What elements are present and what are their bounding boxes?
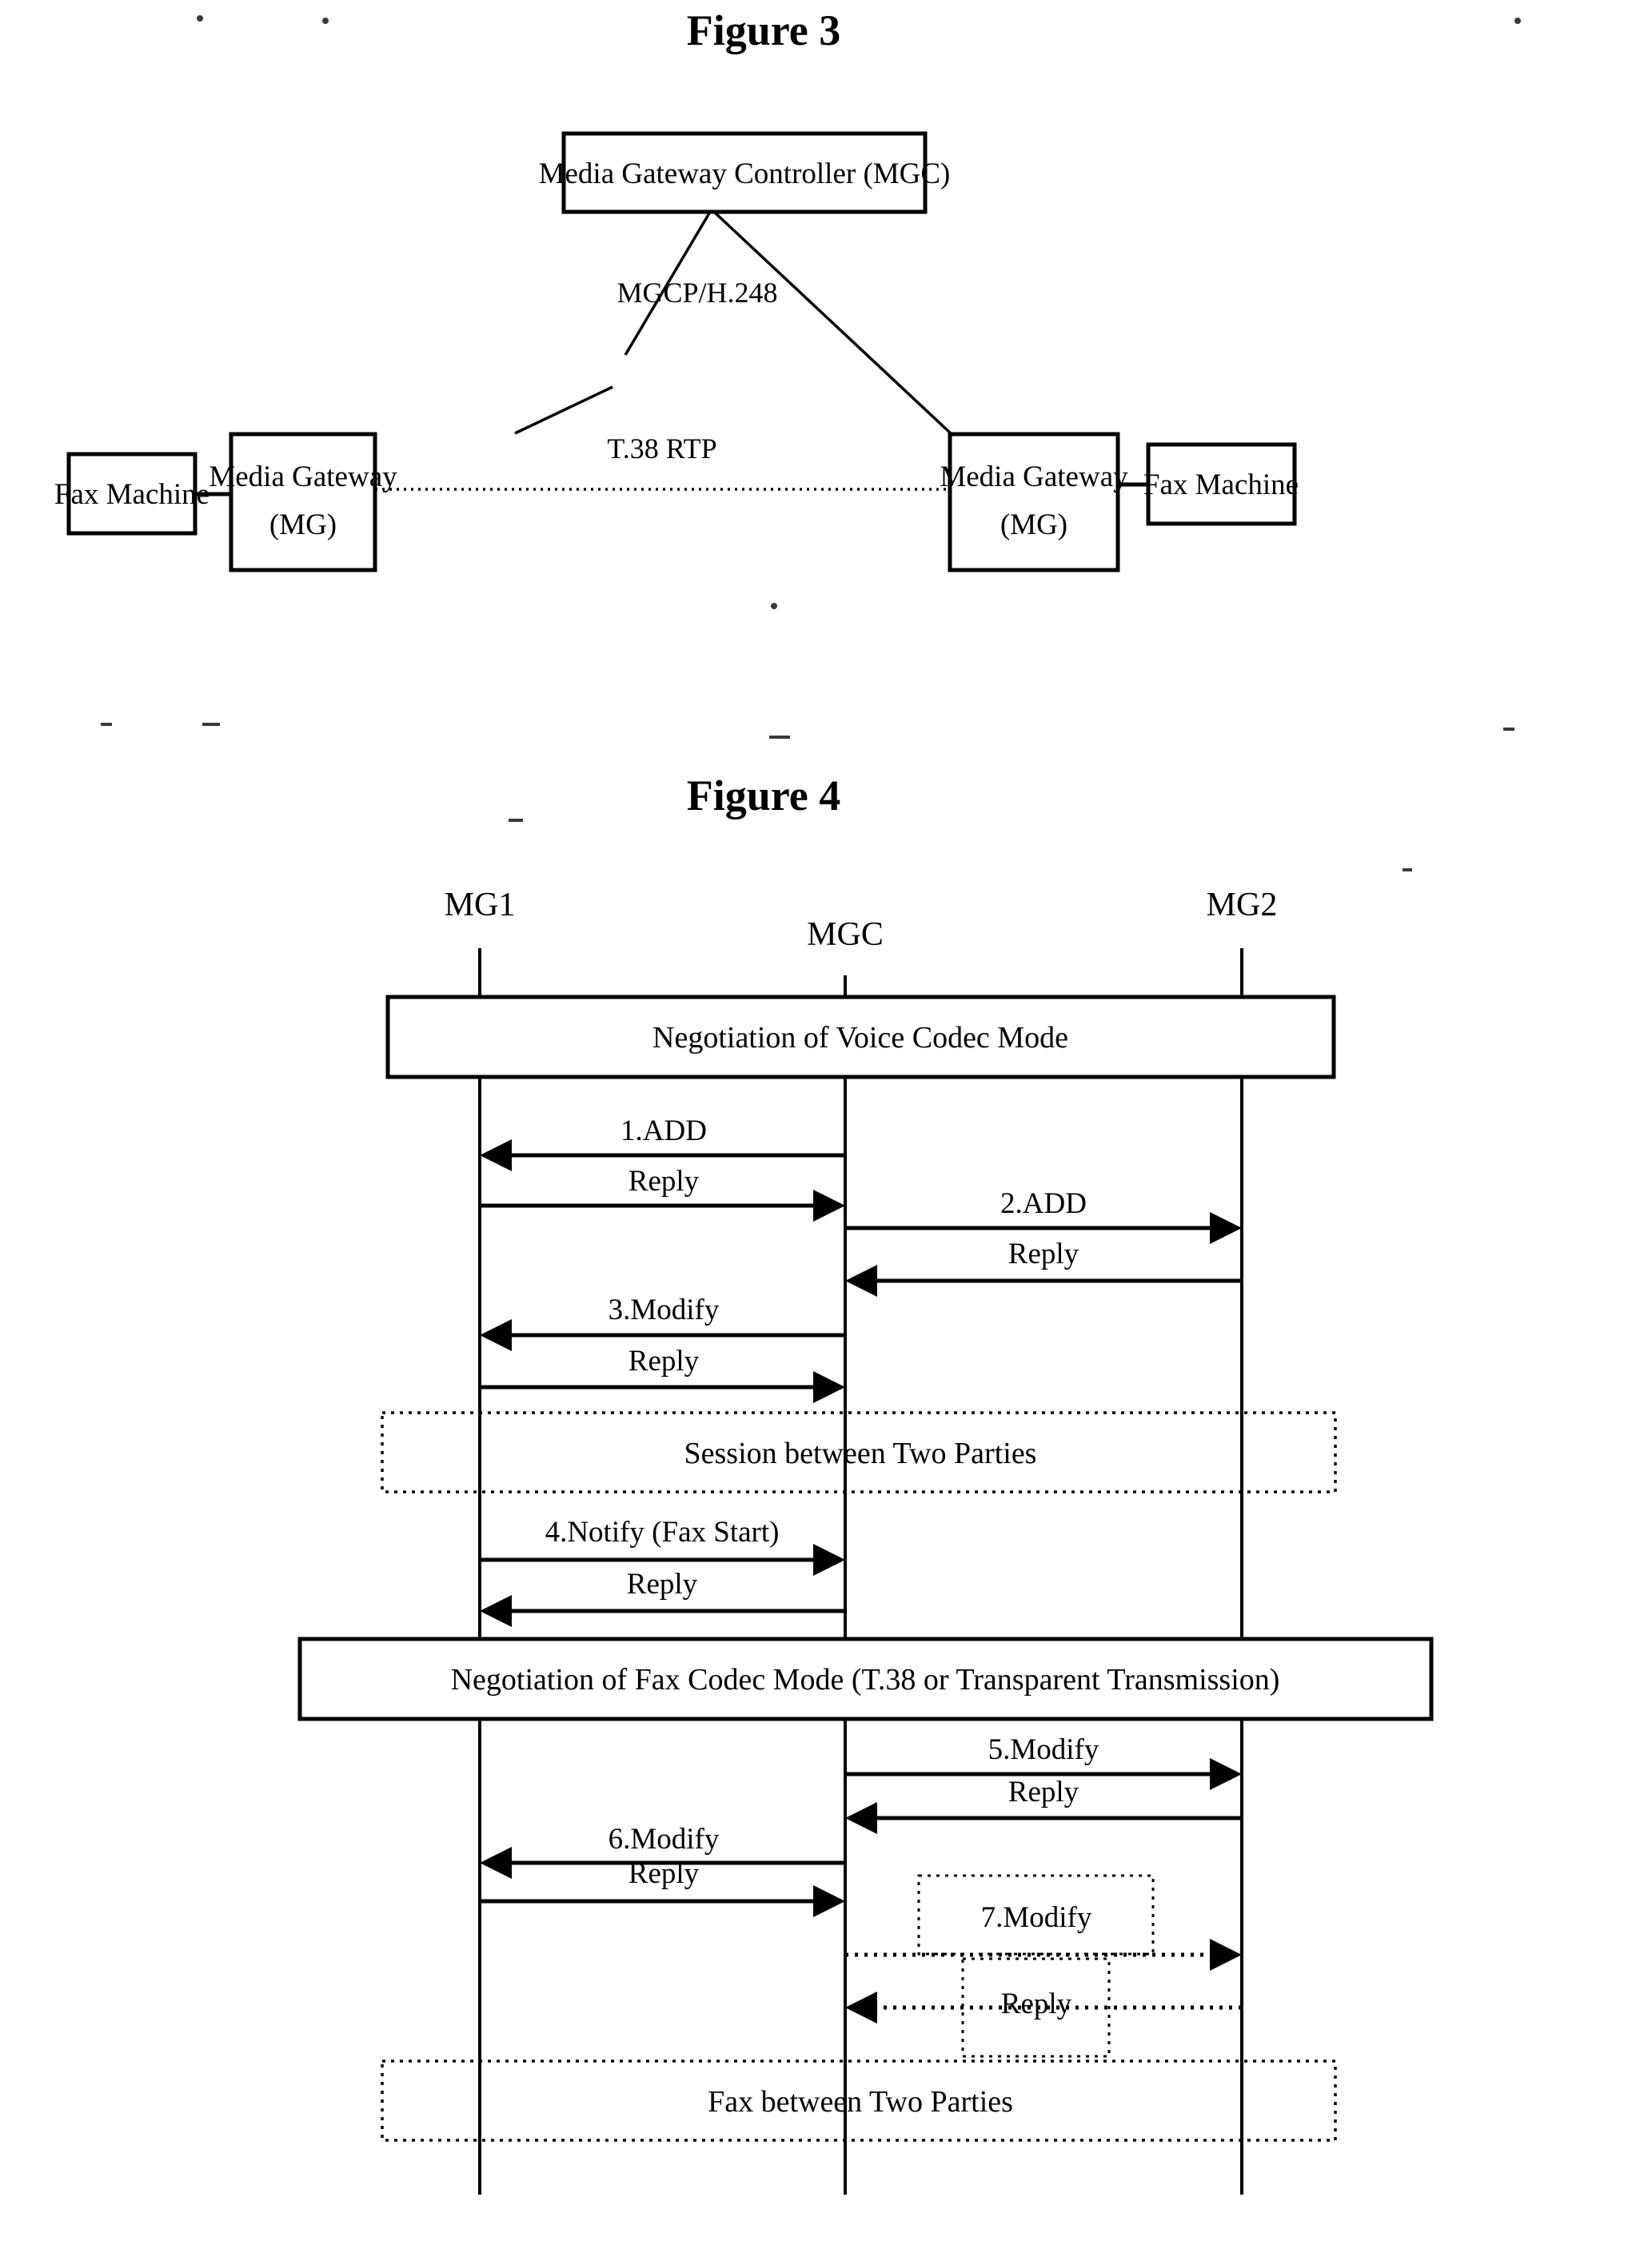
media-path-label: T.38 RTP xyxy=(607,433,716,465)
figure-4-title: Figure 4 xyxy=(687,772,840,819)
media-gateway-right-node: Media Gateway (MG) xyxy=(940,432,1128,572)
message-4-notify: 4.Notify (Fax Start) xyxy=(480,1516,845,1576)
control-protocol-label: MGCP/H.248 xyxy=(617,277,777,309)
drawing-canvas: Figure 3 Media Gateway Controller (MGC) … xyxy=(54,6,1521,2195)
phase-fax-transfer-label: Fax between Two Parties xyxy=(708,2085,1013,2119)
message-6-reply: Reply xyxy=(480,1857,845,1917)
fax-machine-left-node: Fax Machine xyxy=(54,452,209,536)
message-1-reply-label: Reply xyxy=(628,1165,700,1198)
figure-3-title: Figure 3 xyxy=(687,6,840,54)
message-6-modify-label: 6.Modify xyxy=(609,1823,720,1856)
media-gateway-left-box xyxy=(229,432,377,572)
message-4-notify-label: 4.Notify (Fax Start) xyxy=(545,1516,780,1549)
fax-machine-right-node: Fax Machine xyxy=(1143,442,1299,526)
lifeline-label-mgc: MGC xyxy=(807,916,884,953)
phase-fax-negotiation-label: Negotiation of Fax Codec Mode (T.38 or T… xyxy=(451,1663,1280,1697)
message-4-reply: Reply xyxy=(480,1568,845,1627)
message-7-modify-label: 7.Modify xyxy=(981,1901,1092,1934)
phase-voice-negotiation-label: Negotiation of Voice Codec Mode xyxy=(652,1021,1068,1055)
message-7-modify: 7.Modify xyxy=(845,1874,1242,1971)
media-gateway-right-label-line1: Media Gateway xyxy=(940,461,1128,493)
mgc-box-label: Media Gateway Controller (MGC) xyxy=(539,158,951,190)
message-2-add-label: 2.ADD xyxy=(1000,1187,1087,1220)
message-4-reply-label: Reply xyxy=(627,1568,698,1601)
message-6-reply-label: Reply xyxy=(628,1857,700,1890)
figure-4: Figure 4 MG1 MGC MG2 Negotiation of Voic… xyxy=(297,772,1434,2195)
phase-fax-transfer: Fax between Two Parties xyxy=(381,2060,1337,2142)
media-gateway-left-node: Media Gateway (MG) xyxy=(209,432,397,572)
message-1-add-label: 1.ADD xyxy=(620,1115,707,1147)
message-2-reply: Reply xyxy=(845,1238,1242,1297)
mgc-node: Media Gateway Controller (MGC) xyxy=(539,131,951,214)
figure-3: Figure 3 Media Gateway Controller (MGC) … xyxy=(54,6,1299,572)
control-link-left xyxy=(514,211,712,435)
message-5-reply-label: Reply xyxy=(1008,1776,1079,1808)
phase-fax-negotiation: Negotiation of Fax Codec Mode (T.38 or T… xyxy=(297,1637,1434,1721)
lifeline-label-mg1: MG1 xyxy=(445,887,516,923)
media-gateway-right-box xyxy=(948,432,1120,572)
message-3-modify-label: 3.Modify xyxy=(609,1294,720,1326)
message-3-reply-label: Reply xyxy=(628,1345,700,1378)
message-5-reply: Reply xyxy=(845,1776,1242,1834)
message-1-add: 1.ADD xyxy=(480,1115,845,1171)
control-link-right xyxy=(712,210,953,436)
message-3-modify: 3.Modify xyxy=(480,1294,845,1351)
message-7-reply: Reply xyxy=(845,1957,1242,2058)
lifeline-label-mg2: MG2 xyxy=(1207,887,1278,923)
fax-machine-right-label: Fax Machine xyxy=(1143,469,1299,501)
message-7-reply-label: Reply xyxy=(1001,1988,1072,2020)
phase-voice-negotiation: Negotiation of Voice Codec Mode xyxy=(385,995,1336,1079)
message-3-reply: Reply xyxy=(480,1345,845,1403)
media-gateway-left-label-line2: (MG) xyxy=(269,508,337,541)
message-5-modify-label: 5.Modify xyxy=(988,1733,1099,1766)
media-gateway-right-label-line2: (MG) xyxy=(1000,508,1067,541)
phase-session: Session between Two Parties xyxy=(381,1411,1337,1493)
message-2-reply-label: Reply xyxy=(1008,1238,1079,1270)
fax-machine-left-label: Fax Machine xyxy=(54,478,209,511)
phase-session-label: Session between Two Parties xyxy=(684,1437,1037,1470)
message-2-add: 2.ADD xyxy=(845,1187,1242,1244)
patent-drawing-sheet: Figure 3 Media Gateway Controller (MGC) … xyxy=(0,0,1652,2241)
media-gateway-left-label-line1: Media Gateway xyxy=(209,461,397,493)
message-1-reply: Reply xyxy=(480,1165,845,1222)
